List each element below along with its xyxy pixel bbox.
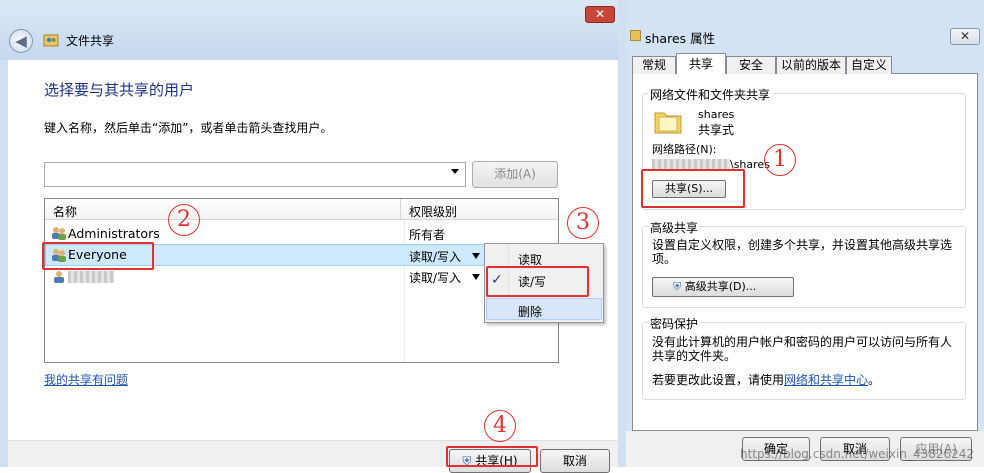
dropdown-arrow-icon[interactable] — [451, 169, 459, 174]
network-path-label: 网络路径(N): — [652, 143, 717, 156]
tab-security[interactable]: 安全 — [726, 56, 776, 74]
tab-general[interactable]: 常规 — [632, 56, 676, 74]
advanced-sharing-title: 高级共享 — [648, 219, 701, 236]
row-permission-dropdown[interactable]: 读取/写入 — [409, 248, 461, 265]
password-change-prefix: 若要更改此设置，请使用 — [652, 373, 785, 387]
menu-item-delete[interactable]: 删除 — [518, 303, 542, 320]
annotation-number-4: 4 — [484, 410, 516, 442]
password-protection-title: 密码保护 — [648, 315, 701, 332]
tab-previous-versions[interactable]: 以前的版本 — [776, 56, 846, 74]
chevron-down-icon[interactable] — [472, 253, 480, 259]
back-arrow-icon[interactable]: ◀ — [9, 29, 33, 53]
menu-item-highlight[interactable] — [486, 298, 602, 320]
user-name-combobox[interactable] — [44, 162, 466, 187]
row-permission-dropdown[interactable]: 读取/写入 — [409, 269, 461, 286]
password-change-text: 若要更改此设置，请使用网络和共享中心。 — [652, 373, 880, 387]
row-name-administrators[interactable]: Administrators — [68, 226, 160, 241]
annotation-box-share-folder — [641, 169, 745, 208]
tab-sharing[interactable]: 共享 — [676, 53, 726, 74]
uac-shield-icon: ⛨ — [673, 280, 682, 293]
column-header-name[interactable]: 名称 — [53, 203, 77, 220]
user-icon — [54, 271, 64, 283]
window-border — [618, 0, 626, 467]
chevron-down-icon[interactable] — [472, 274, 480, 280]
properties-title: shares 属性 — [645, 31, 716, 46]
user-group-icon — [52, 227, 66, 240]
instruction-text: 键入名称，然后单击“添加”，或者单击箭头查找用户。 — [44, 121, 333, 135]
folder-share-type: 共享式 — [698, 123, 735, 137]
add-button[interactable]: 添加(A) — [472, 161, 558, 188]
row-permission: 所有者 — [409, 228, 446, 242]
users-icon — [43, 34, 59, 47]
sharing-problem-link[interactable]: 我的共享有问题 — [44, 371, 128, 388]
window-title: 文件共享 — [66, 34, 115, 48]
row-name-redacted[interactable] — [68, 271, 114, 283]
properties-close-button[interactable]: ✕ — [950, 28, 980, 45]
folder-name: shares — [698, 108, 735, 121]
list-header — [45, 199, 558, 220]
advanced-sharing-button[interactable]: ⛨ 高级共享(D)... — [652, 277, 794, 297]
column-divider-line — [404, 221, 405, 362]
advanced-sharing-desc: 设置自定义权限，创建多个共享，并设置其他高级共享选项。 — [652, 238, 953, 266]
network-sharing-center-link[interactable]: 网络和共享中心 — [784, 373, 868, 387]
users-list[interactable] — [44, 198, 559, 363]
cancel-button[interactable]: 取消 — [540, 449, 610, 473]
annotation-box-share — [446, 446, 538, 467]
annotation-number-1: 1 — [764, 144, 796, 176]
password-protection-desc: 没有此计算机的用户帐户和密码的用户可以访问与所有人共享的文件夹。 — [652, 335, 953, 363]
watermark: https://blog.csdn.net/weixin_43826242 — [740, 447, 975, 461]
tab-customize[interactable]: 自定义 — [846, 56, 892, 74]
network-sharing-title: 网络文件和文件夹共享 — [648, 86, 773, 103]
page-heading: 选择要与其共享的用户 — [44, 81, 195, 99]
column-header-permission[interactable]: 权限级别 — [409, 203, 457, 220]
annotation-box-read-write — [486, 266, 589, 297]
shared-folder-icon — [654, 112, 682, 134]
column-divider[interactable] — [400, 199, 401, 220]
advanced-sharing-button-label: 高级共享(D)... — [684, 280, 757, 293]
password-change-suffix: 。 — [868, 373, 881, 387]
annotation-box-everyone — [42, 242, 154, 270]
folder-icon — [630, 30, 641, 41]
annotation-number-2: 2 — [168, 204, 200, 236]
file-sharing-titlebar — [0, 0, 626, 60]
annotation-number-3: 3 — [567, 207, 599, 239]
close-button[interactable]: ✕ — [585, 6, 615, 23]
